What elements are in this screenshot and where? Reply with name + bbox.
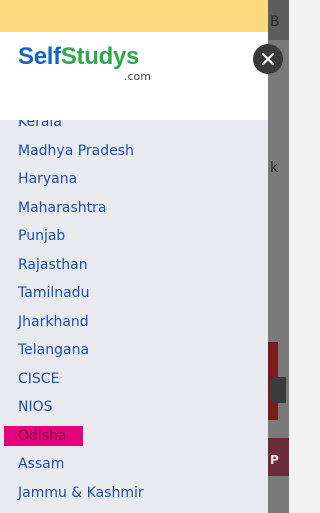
- menu-item-label: Maharashtra: [18, 199, 107, 216]
- close-icon: [262, 53, 274, 65]
- state-board-menu[interactable]: Kerala Madhya Pradesh Haryana Maharashtr…: [0, 108, 268, 513]
- menu-item-label: Haryana: [18, 171, 78, 188]
- menu-item-label: Telangana: [18, 342, 90, 359]
- menu-item-rajasthan[interactable]: Rajasthan: [0, 251, 268, 280]
- menu-item-label: Rajasthan: [18, 256, 88, 273]
- selfstudys-logo[interactable]: SelfStudys .com: [18, 43, 151, 83]
- menu-item-label: Jammu & Kashmir: [18, 484, 144, 501]
- menu-item-tamilnadu[interactable]: Tamilnadu: [0, 279, 268, 308]
- menu-item-jammu-kashmir[interactable]: Jammu & Kashmir: [0, 479, 268, 508]
- menu-item-madhya-pradesh[interactable]: Madhya Pradesh: [0, 137, 268, 166]
- menu-item-maharashtra[interactable]: Maharashtra: [0, 194, 268, 223]
- logo-text-studys: Studys: [60, 43, 140, 70]
- menu-item-punjab[interactable]: Punjab: [0, 222, 268, 251]
- drawer-header: SelfStudys .com: [0, 32, 268, 120]
- menu-item-label: Jharkhand: [18, 313, 89, 330]
- menu-item-assam[interactable]: Assam: [0, 450, 268, 479]
- menu-item-haryana[interactable]: Haryana: [0, 165, 268, 194]
- menu-item-label: Madhya Pradesh: [18, 142, 134, 159]
- state-board-list: Kerala Madhya Pradesh Haryana Maharashtr…: [0, 108, 268, 507]
- background-text-fragment: P: [270, 453, 279, 467]
- menu-item-label: Assam: [18, 456, 65, 473]
- menu-item-label: Punjab: [18, 228, 66, 245]
- menu-item-telangana[interactable]: Telangana: [0, 336, 268, 365]
- background-overlay-strip: [268, 0, 289, 513]
- background-carousel-arrow: [270, 377, 286, 403]
- menu-item-label-active: Odisha: [4, 425, 83, 446]
- menu-item-odisha[interactable]: Odisha: [0, 422, 268, 451]
- side-drawer: Kerala Madhya Pradesh Haryana Maharashtr…: [0, 0, 268, 513]
- menu-item-label: Tamilnadu: [18, 285, 90, 302]
- menu-item-label: CISCE: [18, 370, 60, 387]
- drawer-top-bar: [0, 0, 268, 32]
- logo-domain-suffix: .com: [124, 70, 151, 83]
- menu-item-label: NIOS: [18, 399, 53, 416]
- menu-item-nios[interactable]: NIOS: [0, 393, 268, 422]
- menu-item-cisce[interactable]: CISCE: [0, 365, 268, 394]
- menu-item-jharkhand[interactable]: Jharkhand: [0, 308, 268, 337]
- background-text-fragment: k: [270, 160, 279, 176]
- background-text-fragment: B: [270, 14, 280, 30]
- close-button[interactable]: [253, 44, 283, 74]
- logo-text-self: Self: [18, 43, 61, 70]
